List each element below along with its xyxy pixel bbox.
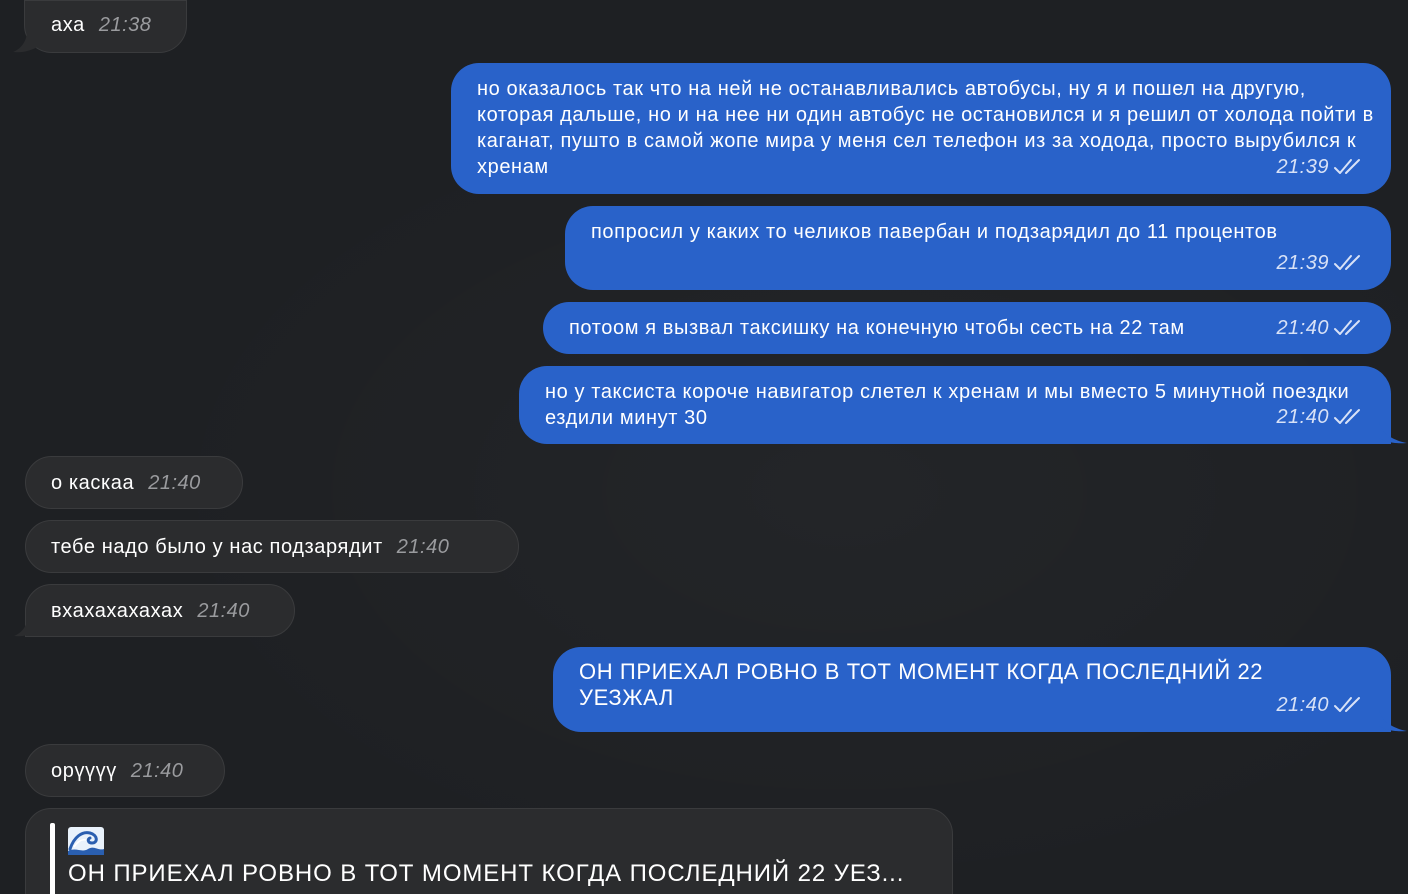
bubble-tail-icon [14, 615, 40, 637]
incoming-message[interactable]: вхахахахахах 21:40 [14, 584, 295, 637]
outgoing-message[interactable]: ОН ПРИЕХАЛ РОВНО В ТОТ МОМЕНТ КОГДА ПОСЛ… [553, 647, 1407, 732]
message-time: 21:40 [1276, 406, 1329, 428]
outgoing-message[interactable]: но оказалось так что на ней не останавли… [451, 63, 1391, 194]
double-check-icon [1334, 697, 1360, 712]
message-text: потоом я вызвал таксишку на конечную что… [569, 317, 1185, 339]
chat-view: аха 21:38 но оказалось так что на ней не … [0, 0, 1408, 894]
message-meta: 21:39 [1276, 250, 1363, 276]
quoted-message-text: ОН ПРИЕХАЛ РОВНО В ТОТ МОМЕНТ КОГДА ПОСЛ… [68, 860, 905, 887]
outgoing-message[interactable]: потоом я вызвал таксишку на конечную что… [543, 302, 1391, 354]
double-check-icon [1334, 409, 1360, 424]
message-text: но оказалось так что на ней не останавли… [477, 78, 1374, 178]
message-meta: 21:40 [1276, 315, 1363, 341]
message-meta: 21:40 [1276, 404, 1363, 430]
message-time: 21:40 [197, 600, 250, 622]
reply-message[interactable]: ОН ПРИЕХАЛ РОВНО В ТОТ МОМЕНТ КОГДА ПОСЛ… [25, 808, 953, 894]
message-text: но у таксиста короче навигатор слетел к … [545, 381, 1350, 429]
incoming-message[interactable]: тебе надо было у нас подзарядит 21:40 [25, 520, 519, 573]
incoming-message[interactable]: о каскаа 21:40 [25, 456, 243, 509]
message-meta: 21:40 [1276, 692, 1363, 718]
message-text: о каскаа [51, 472, 135, 494]
message-time: 21:39 [1276, 156, 1329, 178]
message-text: вхахахахахах [51, 600, 184, 622]
outgoing-message[interactable]: попросил у каких то челиков павербан и п… [565, 206, 1391, 290]
bubble-tail-icon [1379, 710, 1407, 732]
message-meta: 21:39 [1276, 154, 1363, 180]
incoming-message[interactable]: орүүүү 21:40 [25, 744, 225, 797]
quote-bar [50, 823, 55, 894]
incoming-message[interactable]: аха 21:38 [13, 0, 187, 53]
double-check-icon [1334, 159, 1360, 174]
message-time: 21:40 [396, 536, 450, 558]
message-text: аха [51, 14, 85, 36]
outgoing-message[interactable]: но у таксиста короче навигатор слетел к … [519, 366, 1407, 444]
bubble-tail-icon [13, 31, 39, 53]
message-text: попросил у каких то челиков павербан и п… [591, 221, 1278, 243]
message-time: 21:40 [1276, 694, 1329, 716]
double-check-icon [1334, 320, 1360, 335]
message-time: 21:40 [148, 472, 201, 494]
message-text: орүүүү [51, 760, 117, 782]
bubble-tail-icon [1379, 422, 1407, 444]
double-check-icon [1334, 255, 1360, 270]
message-time: 21:40 [130, 760, 184, 782]
message-time: 21:38 [98, 14, 152, 36]
message-time: 21:40 [1276, 317, 1329, 339]
wave-emoji-icon [68, 827, 104, 855]
message-text: ОН ПРИЕХАЛ РОВНО В ТОТ МОМЕНТ КОГДА ПОСЛ… [579, 659, 1264, 710]
message-text: тебе надо было у нас подзарядит [51, 536, 383, 558]
message-time: 21:39 [1276, 252, 1329, 274]
